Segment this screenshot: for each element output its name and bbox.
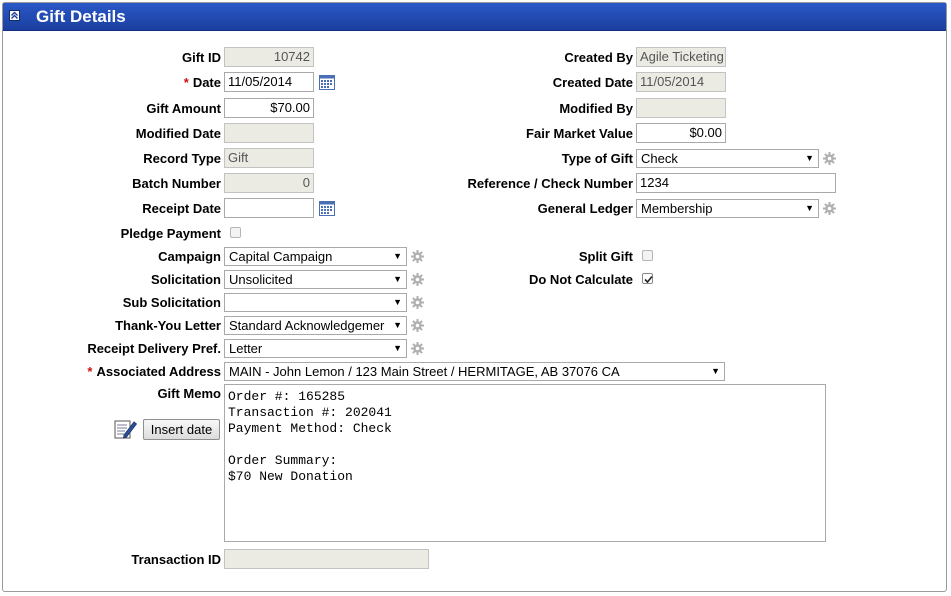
associated-address-select-value: MAIN - John Lemon / 123 Main Street / HE… xyxy=(229,364,620,379)
memo-line: Order #: 165285 xyxy=(228,389,346,404)
calendar-icon[interactable] xyxy=(319,75,335,90)
dropdown-caret-icon: ▼ xyxy=(393,297,402,307)
panel-header: Gift Details xyxy=(3,3,946,31)
sub-solicitation-select[interactable]: ▼ xyxy=(224,293,407,312)
associated-address-select[interactable]: MAIN - John Lemon / 123 Main Street / HE… xyxy=(224,362,725,381)
gift-memo-textarea[interactable]: Order #: 165285 Transaction #: 202041 Pa… xyxy=(224,384,826,542)
receipt-date-field[interactable] xyxy=(224,198,314,218)
gift-amount-field[interactable]: $70.00 xyxy=(224,98,314,118)
chevron-up-icon[interactable] xyxy=(9,10,20,21)
memo-line: $70 New Donation xyxy=(228,469,353,484)
fair-market-value-label: Fair Market Value xyxy=(526,126,633,141)
gear-icon[interactable] xyxy=(411,296,424,309)
type-of-gift-label: Type of Gift xyxy=(561,151,633,166)
date-field[interactable]: 11/05/2014 xyxy=(224,72,314,92)
memo-line: Payment Method: Check xyxy=(228,421,392,436)
gift-id-field: 10742 xyxy=(224,47,314,67)
solicitation-select[interactable]: Unsolicited ▼ xyxy=(224,270,407,289)
reference-check-number-label: Reference / Check Number xyxy=(467,176,633,191)
dropdown-caret-icon: ▼ xyxy=(711,366,720,376)
modified-by-field xyxy=(636,98,726,118)
gear-icon[interactable] xyxy=(823,152,836,165)
dropdown-caret-icon: ▼ xyxy=(393,251,402,261)
receipt-delivery-select-value: Letter xyxy=(229,341,263,356)
thank-you-letter-label: Thank-You Letter xyxy=(115,318,221,333)
modified-by-label: Modified By xyxy=(559,101,633,116)
dropdown-caret-icon: ▼ xyxy=(805,153,814,163)
pledge-payment-checkbox[interactable] xyxy=(230,227,241,238)
created-date-label: Created Date xyxy=(552,75,633,90)
dropdown-caret-icon: ▼ xyxy=(393,343,402,353)
fair-market-value-field[interactable]: $0.00 xyxy=(636,123,726,143)
receipt-delivery-select[interactable]: Letter ▼ xyxy=(224,339,407,358)
memo-line xyxy=(228,437,822,453)
solicitation-label: Solicitation xyxy=(150,272,221,287)
gear-icon[interactable] xyxy=(411,250,424,263)
created-date-field: 11/05/2014 xyxy=(636,72,726,92)
transaction-id-label: Transaction ID xyxy=(131,552,221,567)
edit-note-icon[interactable] xyxy=(114,418,138,440)
campaign-label: Campaign xyxy=(158,249,221,264)
thank-you-letter-select[interactable]: Standard Acknowledgemer ▼ xyxy=(224,316,407,335)
campaign-select-value: Capital Campaign xyxy=(229,249,333,264)
thank-you-letter-select-value: Standard Acknowledgemer xyxy=(229,318,385,333)
gear-icon[interactable] xyxy=(823,202,836,215)
type-of-gift-select[interactable]: Check ▼ xyxy=(636,149,819,168)
type-of-gift-select-value: Check xyxy=(641,151,678,166)
gear-icon[interactable] xyxy=(411,319,424,332)
dropdown-caret-icon: ▼ xyxy=(393,320,402,330)
memo-line: Order Summary: xyxy=(228,453,338,468)
split-gift-checkbox[interactable] xyxy=(642,250,653,261)
insert-date-button[interactable]: Insert date xyxy=(143,419,220,440)
do-not-calculate-label: Do Not Calculate xyxy=(528,272,633,287)
gift-amount-label: Gift Amount xyxy=(146,101,221,116)
created-by-field: Agile Ticketing xyxy=(636,47,726,67)
created-by-label: Created By xyxy=(564,50,633,65)
date-label: * Date xyxy=(184,75,221,90)
general-ledger-select-value: Membership xyxy=(641,201,713,216)
required-marker: * xyxy=(87,364,93,379)
solicitation-select-value: Unsolicited xyxy=(229,272,293,287)
reference-check-number-field[interactable]: 1234 xyxy=(636,173,836,193)
record-type-label: Record Type xyxy=(143,151,221,166)
general-ledger-select[interactable]: Membership ▼ xyxy=(636,199,819,218)
record-type-field: Gift xyxy=(224,148,314,168)
dropdown-caret-icon: ▼ xyxy=(393,274,402,284)
checkmark-icon xyxy=(644,275,653,284)
general-ledger-label: General Ledger xyxy=(537,201,633,216)
required-marker: * xyxy=(183,75,189,90)
split-gift-label: Split Gift xyxy=(578,249,633,264)
transaction-id-field xyxy=(224,549,429,569)
do-not-calculate-checkbox[interactable] xyxy=(642,273,653,284)
gift-memo-label: Gift Memo xyxy=(157,386,221,401)
associated-address-label: * Associated Address xyxy=(87,364,221,379)
batch-number-label: Batch Number xyxy=(132,176,221,191)
gear-icon[interactable] xyxy=(411,342,424,355)
calendar-icon[interactable] xyxy=(319,201,335,216)
gear-icon[interactable] xyxy=(411,273,424,286)
associated-address-label-text: Associated Address xyxy=(96,364,221,379)
panel-title: Gift Details xyxy=(36,7,126,26)
pledge-payment-label: Pledge Payment xyxy=(120,226,221,241)
dropdown-caret-icon: ▼ xyxy=(805,203,814,213)
campaign-select[interactable]: Capital Campaign ▼ xyxy=(224,247,407,266)
memo-line: Transaction #: 202041 xyxy=(228,405,392,420)
modified-date-label: Modified Date xyxy=(135,126,221,141)
receipt-date-label: Receipt Date xyxy=(142,201,221,216)
sub-solicitation-label: Sub Solicitation xyxy=(122,295,221,310)
batch-number-field: 0 xyxy=(224,173,314,193)
date-label-text: Date xyxy=(192,75,221,90)
gift-id-label: Gift ID xyxy=(182,50,221,65)
receipt-delivery-label: Receipt Delivery Pref. xyxy=(87,341,221,356)
modified-date-field xyxy=(224,123,314,143)
